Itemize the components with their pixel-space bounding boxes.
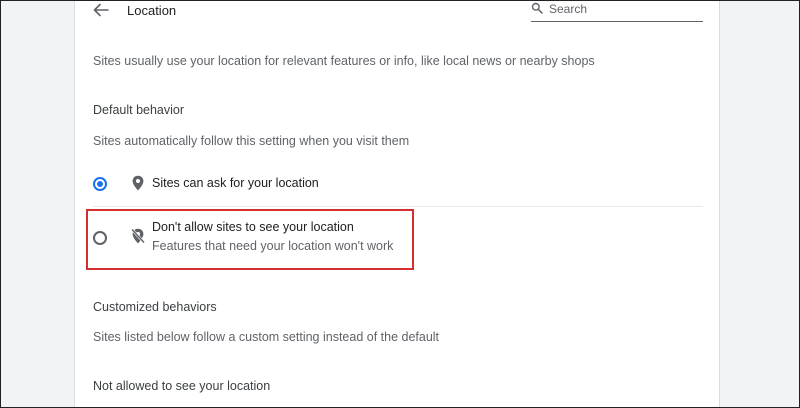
image-border (0, 0, 800, 408)
